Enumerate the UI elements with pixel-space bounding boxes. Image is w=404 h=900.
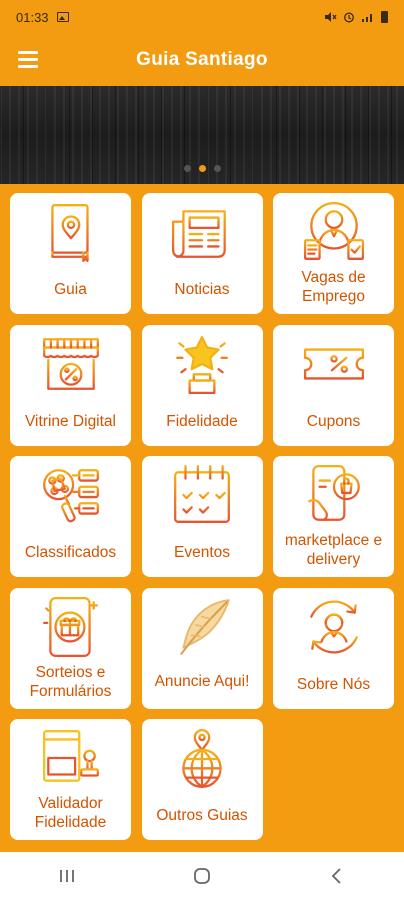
- system-nav-bar: [0, 852, 404, 900]
- coupon-icon: [303, 347, 364, 380]
- job-vacancy-icon: [303, 201, 364, 260]
- recent-apps-icon: [60, 870, 75, 882]
- tile-label: Vitrine Digital: [24, 412, 117, 430]
- carousel-dot-active[interactable]: [198, 165, 206, 172]
- tile-label: Fidelidade: [166, 412, 238, 430]
- tile-fidelidade[interactable]: Fidelidade: [141, 324, 263, 446]
- menu-grid: Guia Noticias Vagas de Emprego Vitrine D…: [10, 193, 394, 840]
- tile-label: Outros Guias: [156, 807, 248, 824]
- tile-outros-guias[interactable]: Outros Guias: [141, 719, 263, 840]
- tile-sobre-nos[interactable]: Sobre Nós: [273, 587, 394, 709]
- stamp-card-icon: [42, 730, 101, 782]
- alarm-icon: [344, 12, 354, 23]
- newspaper-icon: [171, 210, 226, 258]
- feather-icon: [180, 598, 230, 655]
- clock: 01:33: [16, 9, 49, 25]
- carousel-indicators: [0, 165, 404, 172]
- banner-carousel[interactable]: [0, 86, 404, 184]
- tile-label: Anuncie Aqui!: [154, 673, 250, 690]
- storefront-icon: [42, 337, 99, 390]
- calendar-icon: [174, 464, 230, 523]
- tile-marketplace-delivery[interactable]: marketplace e delivery: [273, 456, 394, 577]
- phone-shopping-icon: [307, 464, 360, 521]
- recent-apps-button[interactable]: [47, 856, 87, 896]
- tile-sorteios-formularios[interactable]: Sorteios e Formulários: [10, 587, 131, 709]
- tile-guia[interactable]: Guia: [10, 193, 131, 314]
- back-icon: [331, 868, 341, 884]
- support-agent-icon: [309, 599, 358, 654]
- signal-icon: [362, 14, 372, 22]
- magnifier-list-icon: [42, 469, 99, 523]
- tile-eventos[interactable]: Eventos: [141, 456, 263, 577]
- tile-label: Cupons: [306, 412, 361, 430]
- guide-book-icon: [50, 204, 89, 263]
- back-button[interactable]: [317, 856, 357, 896]
- tile-label: Validador Fidelidade: [34, 795, 107, 831]
- status-bar: 01:33: [0, 0, 404, 34]
- app-bar: Guia Santiago: [0, 34, 404, 86]
- gallery-notification-icon: [56, 12, 69, 22]
- tile-label: Guia: [54, 281, 87, 298]
- tile-cupons[interactable]: Cupons: [273, 324, 394, 446]
- trophy-star-icon: [176, 335, 228, 394]
- mute-icon: [325, 12, 337, 22]
- battery-icon: [381, 11, 388, 23]
- menu-icon[interactable]: [18, 51, 38, 68]
- phone-gift-icon: [42, 596, 98, 657]
- tile-label: Sobre Nós: [296, 675, 371, 693]
- carousel-dot[interactable]: [213, 165, 221, 172]
- tile-label: Eventos: [173, 544, 230, 561]
- tile-classificados[interactable]: Classificados: [10, 456, 131, 577]
- tile-label: Vagas de Emprego: [301, 269, 366, 305]
- tile-vitrine-digital[interactable]: Vitrine Digital: [10, 324, 131, 446]
- tile-label: Noticias: [174, 281, 230, 298]
- globe-pin-icon: [182, 729, 222, 789]
- app-title: Guia Santiago: [136, 49, 268, 70]
- tile-label: Sorteios e Formulários: [29, 663, 112, 700]
- tile-noticias[interactable]: Noticias: [141, 193, 263, 314]
- tile-label: marketplace e delivery: [284, 532, 383, 568]
- tile-anuncie-aqui[interactable]: Anuncie Aqui!: [141, 587, 263, 709]
- carousel-dot[interactable]: [183, 165, 191, 172]
- home-icon: [194, 868, 210, 884]
- home-button[interactable]: [182, 856, 222, 896]
- tile-validador-fidelidade[interactable]: Validador Fidelidade: [10, 719, 131, 840]
- tile-label: Classificados: [24, 544, 117, 561]
- tile-vagas-emprego[interactable]: Vagas de Emprego: [273, 193, 394, 314]
